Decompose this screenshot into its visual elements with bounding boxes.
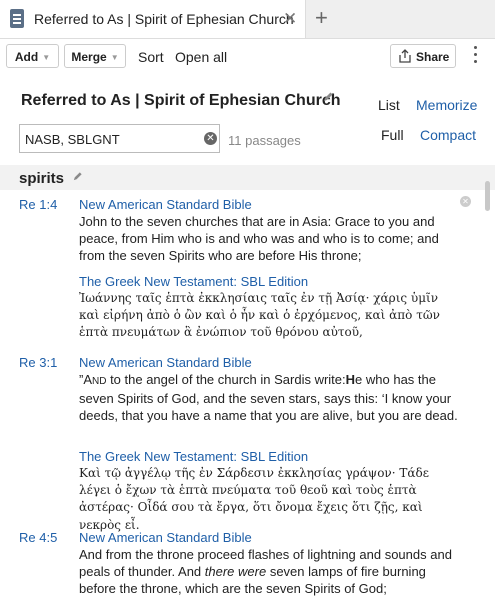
caret-down-icon: ▼ bbox=[110, 53, 119, 62]
version-link[interactable]: New American Standard Bible bbox=[79, 355, 252, 370]
close-icon[interactable]: ✕ bbox=[283, 9, 297, 29]
tab-bar: Referred to As | Spirit of Ephesian Chur… bbox=[0, 0, 495, 39]
verse-text: And from the throne proceed flashes of l… bbox=[79, 546, 459, 598]
version-link[interactable]: The Greek New Testament: SBL Edition bbox=[79, 449, 308, 464]
scrollbar[interactable] bbox=[482, 180, 491, 596]
page-title: Referred to As | Spirit of Ephesian Chur… bbox=[21, 92, 341, 109]
view-list-option[interactable]: List bbox=[378, 97, 400, 113]
view-compact-option[interactable]: Compact bbox=[420, 127, 476, 143]
tab-title: Referred to As | Spirit of Ephesian Chur… bbox=[34, 11, 294, 27]
verse-italic: there were bbox=[204, 564, 267, 580]
version-link[interactable]: New American Standard Bible bbox=[79, 197, 252, 212]
pencil-icon[interactable] bbox=[72, 171, 83, 182]
verse-bold: H bbox=[345, 372, 356, 387]
clear-icon[interactable]: ✕ bbox=[460, 196, 471, 207]
share-icon bbox=[399, 49, 411, 63]
sort-button[interactable]: Sort bbox=[138, 49, 164, 65]
section-title: spirits bbox=[19, 170, 65, 187]
verse-text-greek: Καὶ τῷ ἀγγέλῳ τῆς ἐν Σάρδεσιν ἐκκλησίας … bbox=[79, 466, 429, 532]
verse-mid: to the angel of the church in Sardis wri… bbox=[106, 372, 346, 387]
section-header: spirits bbox=[0, 165, 495, 190]
passage-reference[interactable]: Re 1:4 bbox=[19, 197, 57, 212]
resource-filter-input[interactable]: NASB, SBLGNT ✕ bbox=[19, 124, 220, 153]
passage-count: 11 passages bbox=[228, 133, 301, 148]
verse-text: ”AND to the angel of the church in Sardi… bbox=[79, 371, 459, 425]
version-link[interactable]: The Greek New Testament: SBL Edition bbox=[79, 274, 308, 289]
plus-icon[interactable]: + bbox=[315, 5, 328, 31]
add-label: Add bbox=[14, 50, 39, 64]
share-label: Share bbox=[416, 50, 450, 64]
tab-active[interactable]: Referred to As | Spirit of Ephesian Chur… bbox=[0, 0, 306, 38]
scrollbar-thumb[interactable] bbox=[485, 181, 490, 211]
passage-reference[interactable]: Re 4:5 bbox=[19, 530, 57, 545]
clear-icon[interactable]: ✕ bbox=[204, 132, 217, 145]
share-button[interactable]: Share bbox=[390, 44, 456, 68]
verse-text-greek: Ἰωάννης ταῖς ἑπτὰ ἐκκλησίαις ταῖς ἐν τῇ … bbox=[79, 291, 440, 340]
more-icon[interactable] bbox=[474, 46, 478, 66]
version-link[interactable]: New American Standard Bible bbox=[79, 530, 252, 545]
document-icon bbox=[10, 9, 24, 28]
toolbar: Add ▼ Merge ▼ Sort Open all Share bbox=[0, 38, 495, 76]
verse-open: ”A bbox=[79, 372, 92, 387]
filter-value: NASB, SBLGNT bbox=[25, 132, 120, 147]
verse-smallcaps: ND bbox=[92, 376, 107, 387]
view-memorize-option[interactable]: Memorize bbox=[416, 97, 477, 113]
open-all-button[interactable]: Open all bbox=[175, 49, 227, 65]
passage-reference[interactable]: Re 3:1 bbox=[19, 355, 57, 370]
verse-text: John to the seven churches that are in A… bbox=[79, 214, 439, 264]
caret-down-icon: ▼ bbox=[42, 53, 51, 62]
view-full-option[interactable]: Full bbox=[381, 127, 404, 143]
merge-button[interactable]: Merge ▼ bbox=[64, 44, 126, 68]
merge-label: Merge bbox=[71, 50, 107, 64]
add-button[interactable]: Add ▼ bbox=[6, 44, 59, 68]
pencil-icon[interactable] bbox=[322, 91, 334, 103]
